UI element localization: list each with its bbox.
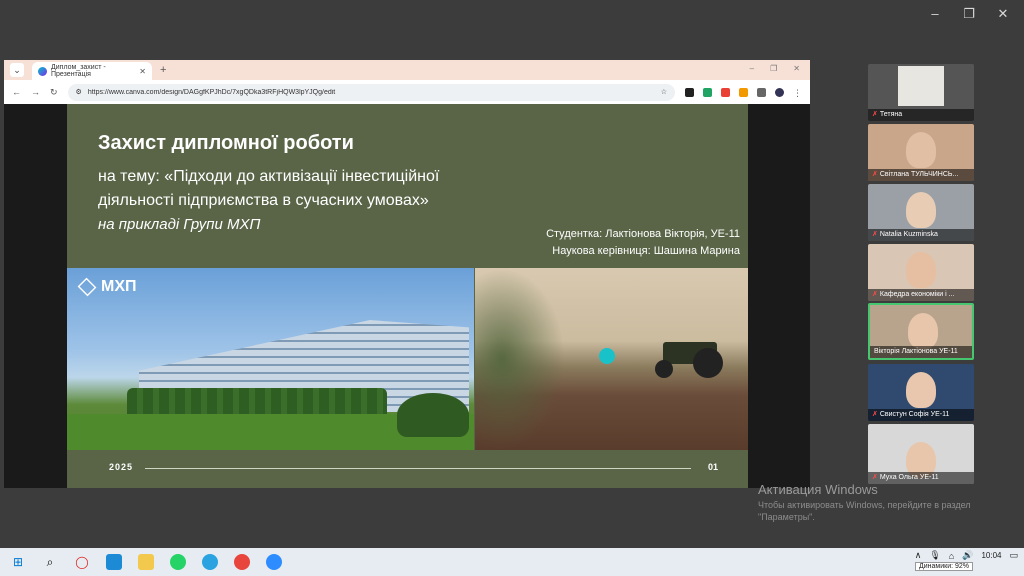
slide-subtitle-line1: на тему: «Підходи до активізації інвести…	[98, 168, 440, 185]
speaker-icon[interactable]: 🔊	[962, 550, 973, 561]
telegram-icon[interactable]	[202, 554, 218, 570]
slide-subtitle-line3: на прикладі Групи МХП	[98, 216, 261, 233]
tray-chevron-icon[interactable]: ∧	[915, 550, 922, 561]
participant-tile[interactable]: ✗ Кафедра економіки і ...	[868, 244, 974, 301]
browser-tab[interactable]: Диплом_захист - Презентація ✕	[32, 62, 152, 80]
tab-title: Диплом_захист - Презентація	[51, 64, 106, 78]
participant-tile-active[interactable]: Вікторія Лактіонова УЕ-11	[868, 303, 974, 360]
participant-tile[interactable]: ✗ Світлана ТУЛЬЧИНСЬ...	[868, 124, 974, 181]
mic-muted-icon: ✗	[872, 474, 878, 481]
mhp-logo: МХП	[77, 277, 137, 297]
footer-divider	[145, 468, 691, 469]
slide: Захист дипломної роботи на тему: «Підход…	[67, 104, 748, 488]
mic-muted-icon: ✗	[872, 231, 878, 238]
presentation-stage: Захист дипломної роботи на тему: «Підход…	[4, 104, 810, 488]
extension-icon[interactable]	[739, 87, 748, 97]
puzzle-icon[interactable]	[757, 87, 766, 97]
profile-avatar[interactable]	[775, 87, 784, 97]
participant-tile[interactable]: ✗ Свистун Софія УЕ-11	[868, 364, 974, 421]
toolbar: ← → ↻ ⚙ https://www.canva.com/design/DAG…	[4, 80, 810, 104]
participant-name: Свистун Софія УЕ-11	[879, 411, 950, 418]
close-button[interactable]: ✕	[996, 6, 1010, 22]
file-explorer-icon[interactable]	[138, 554, 154, 570]
extension-icon[interactable]	[685, 87, 694, 97]
restore-button[interactable]: ❐	[962, 6, 976, 22]
advisor-name: Наукова керівниця: Шашина Марина	[552, 245, 740, 257]
system-tray: ∧ 🎙 ⌂ 🔊 10:04 ▭	[915, 550, 1018, 561]
site-info-icon[interactable]: ⚙	[76, 88, 82, 96]
foreground-leaves	[475, 268, 565, 450]
slide-year: 2025	[109, 462, 134, 472]
tractor	[643, 338, 733, 378]
canva-icon	[38, 66, 47, 76]
participant-video	[898, 66, 944, 106]
edge-icon[interactable]	[106, 554, 122, 570]
participant-video	[906, 372, 936, 408]
minimize-button[interactable]: –	[928, 6, 942, 22]
participant-video	[906, 252, 936, 288]
logo-mark-icon	[77, 277, 97, 297]
participant-tile[interactable]: ✗ Natalia Kuzminska	[868, 184, 974, 241]
back-icon[interactable]: ←	[12, 87, 21, 97]
network-icon[interactable]: ⌂	[949, 551, 954, 561]
chrome-icon[interactable]	[234, 554, 250, 570]
browser-close-button[interactable]: ✕	[793, 64, 800, 73]
url-text: https://www.canva.com/design/DAGgfKPJhDc…	[87, 88, 336, 96]
slide-page-number: 01	[707, 462, 718, 472]
mic-muted-icon: ✗	[872, 171, 878, 178]
mic-muted-icon: ✗	[872, 291, 878, 298]
tab-bar: ⌄ Диплом_захист - Презентація ✕ + – ❐ ✕	[4, 60, 810, 80]
participant-name: Тетяна	[879, 111, 903, 118]
pointer-highlight	[599, 348, 615, 364]
participant-name: Світлана ТУЛЬЧИНСЬ...	[879, 171, 959, 178]
extensions: ⋮	[685, 87, 802, 98]
building-photo: МХП	[67, 268, 474, 450]
activation-text: Чтобы активировать Windows, перейдите в …	[758, 500, 971, 522]
browser-minimize-button[interactable]: –	[750, 64, 754, 73]
notifications-icon[interactable]: ▭	[1009, 550, 1018, 561]
opera-icon[interactable]: ◯	[74, 554, 90, 570]
participant-name: Муха Ольга УЕ-11	[879, 474, 939, 481]
microphone-icon[interactable]: 🎙	[929, 550, 940, 561]
participant-tile[interactable]: ✗ Муха Ольга УЕ-11	[868, 424, 974, 484]
volume-tooltip: Динамики: 92%	[915, 562, 974, 571]
tab-close-icon[interactable]: ✕	[139, 67, 146, 76]
logo-text: МХП	[101, 278, 137, 295]
drive-icon[interactable]	[703, 87, 712, 97]
menu-icon[interactable]: ⋮	[793, 88, 802, 98]
reload-icon[interactable]: ↻	[50, 87, 58, 98]
windows-start-icon[interactable]: ⊞	[10, 554, 26, 570]
participant-video	[906, 132, 936, 168]
student-name: Студентка: Лактіонова Вікторія, УЕ-11	[546, 228, 740, 240]
clock[interactable]: 10:04	[981, 551, 1001, 561]
window-controls: – ❐ ✕	[928, 6, 1010, 22]
browser-restore-button[interactable]: ❐	[770, 64, 777, 73]
participant-video	[906, 192, 936, 228]
activation-title: Активация Windows	[758, 482, 878, 497]
browser-window: ⌄ Диплом_захист - Презентація ✕ + – ❐ ✕ …	[4, 60, 810, 104]
tab-search-icon[interactable]: ⌄	[10, 63, 24, 77]
forward-icon[interactable]: →	[31, 87, 40, 97]
slide-subtitle-line2: діяльності підприємства в сучасних умова…	[98, 192, 429, 209]
participant-name: Кафедра економіки і ...	[879, 291, 955, 298]
slide-title: Захист дипломної роботи	[98, 132, 354, 154]
participant-name: Вікторія Лактіонова УЕ-11	[874, 348, 958, 355]
extension-icon[interactable]	[721, 87, 730, 97]
participant-tile[interactable]: ✗ Тетяна	[868, 64, 974, 121]
taskbar: ⊞ ⌕ ◯ ∧ 🎙 ⌂ 🔊 10:04 ▭	[0, 548, 1024, 576]
tractor-photo	[475, 268, 748, 450]
participant-video	[908, 313, 938, 349]
whatsapp-icon[interactable]	[170, 554, 186, 570]
bush	[397, 393, 469, 437]
search-icon[interactable]: ⌕	[42, 554, 58, 570]
participant-name: Natalia Kuzminska	[879, 231, 938, 238]
address-bar[interactable]: ⚙ https://www.canva.com/design/DAGgfKPJh…	[67, 83, 675, 101]
mic-muted-icon: ✗	[872, 111, 878, 118]
mic-muted-icon: ✗	[872, 411, 878, 418]
new-tab-button[interactable]: +	[160, 64, 166, 76]
bookmark-star-icon[interactable]: ☆	[661, 88, 667, 96]
zoom-icon[interactable]	[266, 554, 282, 570]
